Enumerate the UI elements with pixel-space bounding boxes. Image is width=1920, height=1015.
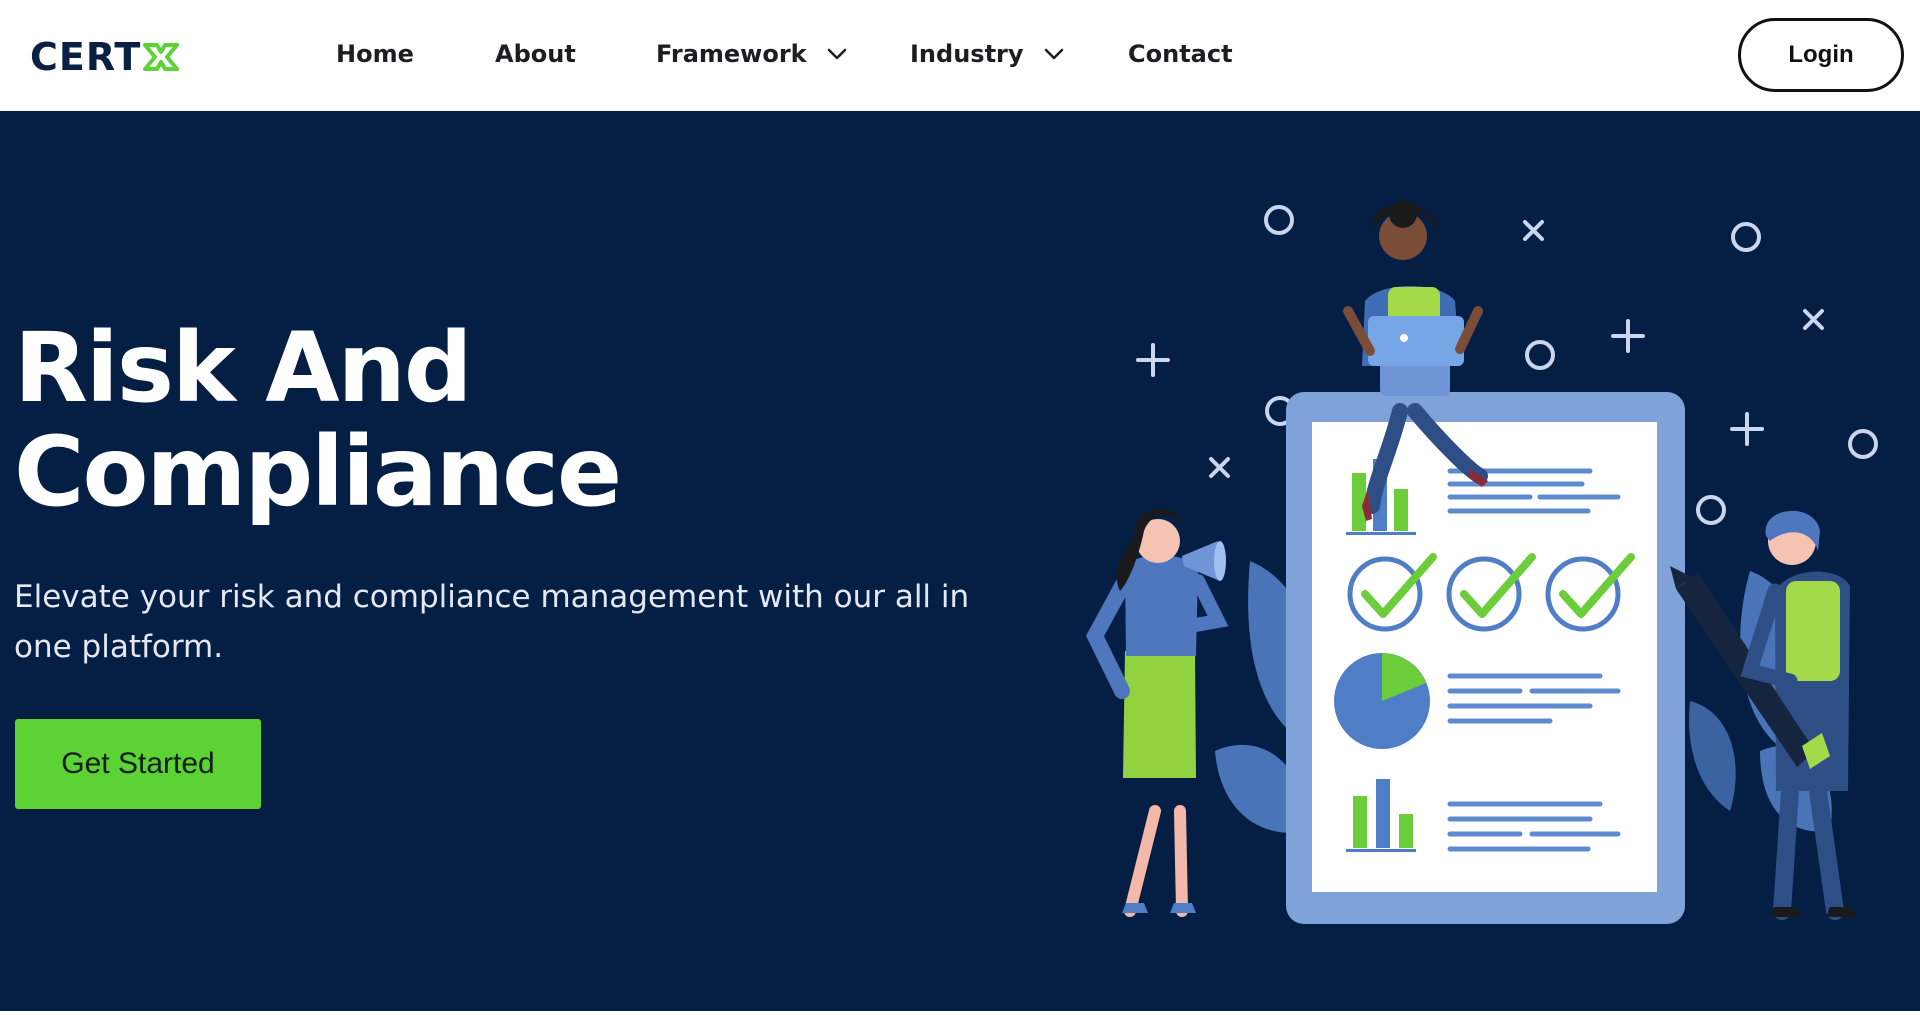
pie-chart-icon — [1334, 653, 1430, 749]
main-nav: Home About Framework Industry Contact — [0, 0, 1400, 111]
compliance-illustration — [1085, 200, 1878, 924]
nav-framework[interactable]: Framework — [656, 40, 847, 68]
circle-icon — [1731, 222, 1761, 252]
nav-industry[interactable]: Industry — [910, 40, 1064, 68]
login-button[interactable]: Login — [1738, 18, 1904, 92]
get-started-button[interactable]: Get Started — [15, 719, 261, 809]
nav-industry-label: Industry — [910, 40, 1024, 68]
x-icon — [1209, 457, 1230, 478]
page-bottom-divider — [0, 1011, 1920, 1015]
x-icon — [1523, 220, 1544, 241]
nav-about-label: About — [495, 40, 576, 68]
circle-icon — [1696, 495, 1726, 525]
nav-home-label: Home — [336, 40, 414, 68]
nav-contact-label: Contact — [1128, 40, 1233, 68]
plus-icon — [1136, 343, 1170, 377]
top-navbar: CERT Home About Framework Industry Conta… — [0, 0, 1920, 111]
plus-icon — [1611, 319, 1645, 353]
hero-subtitle: Elevate your risk and compliance managem… — [14, 579, 970, 665]
circle-icon — [1848, 429, 1878, 459]
nav-about[interactable]: About — [495, 40, 576, 68]
plus-icon — [1730, 412, 1764, 446]
hero-title-line-2: Compliance — [14, 416, 622, 528]
chevron-down-icon[interactable] — [827, 48, 847, 60]
hero-title-line-1: Risk And — [14, 312, 473, 424]
chevron-down-icon[interactable] — [1044, 48, 1064, 60]
circle-icon — [1525, 340, 1555, 370]
circle-icon — [1264, 205, 1294, 235]
hero-title: Risk And Compliance — [14, 316, 774, 524]
nav-home[interactable]: Home — [336, 40, 414, 68]
hero-section: Risk And Compliance Elevate your risk an… — [0, 111, 1920, 1011]
x-icon — [1803, 309, 1824, 330]
woman-with-megaphone-illustration — [1085, 508, 1229, 917]
nav-framework-label: Framework — [656, 40, 807, 68]
nav-contact[interactable]: Contact — [1128, 40, 1233, 68]
